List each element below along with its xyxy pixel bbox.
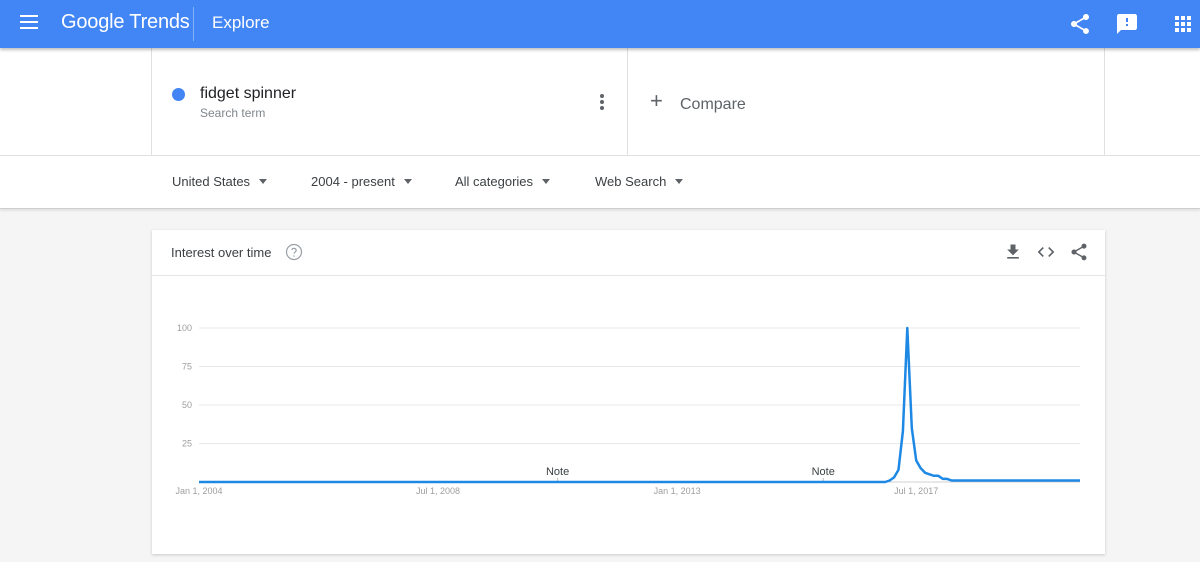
x-tick-label: Jan 1, 2013: [654, 486, 701, 496]
page-title: Explore: [212, 13, 270, 32]
y-tick-label: 50: [182, 400, 192, 410]
logo-google-text: Google: [61, 11, 125, 33]
menu-icon[interactable]: [20, 15, 38, 29]
card-header: Interest over time: [152, 230, 1105, 276]
feedback-icon[interactable]: [1115, 12, 1139, 36]
annotation-note: Note: [812, 466, 835, 478]
location-filter[interactable]: United States: [172, 174, 268, 189]
help-icon[interactable]: [285, 243, 303, 261]
x-tick-label: Jul 1, 2008: [416, 486, 460, 496]
x-tick-label: Jul 1, 2017: [894, 486, 938, 496]
y-tick-label: 75: [182, 362, 192, 372]
category-filter-label: All categories: [455, 174, 534, 189]
search-term-card[interactable]: fidget spinner Search term: [151, 48, 628, 155]
time-filter[interactable]: 2004 - present: [311, 174, 412, 189]
download-icon[interactable]: [1003, 242, 1023, 262]
share-icon[interactable]: [1068, 12, 1092, 36]
dropdown-arrow-icon: [403, 179, 412, 184]
dropdown-arrow-icon: [259, 179, 268, 184]
interest-over-time-card: Interest over time 100 75 50 25 Jan 1, 2004 J…: [152, 230, 1105, 554]
search-term-name[interactable]: fidget spinner: [200, 85, 296, 103]
y-tick-label: 25: [182, 439, 192, 449]
search-property-filter[interactable]: Web Search: [595, 174, 684, 189]
apps-icon[interactable]: [1171, 12, 1195, 36]
compare-label: Compare: [680, 96, 746, 113]
location-filter-label: United States: [172, 174, 251, 189]
category-filter[interactable]: All categories: [455, 174, 551, 189]
interest-over-time-chart[interactable]: 100 75 50 25 Jan 1, 2004 Jul 1, 2008 Jan 1, 20…: [152, 276, 1105, 554]
filter-bar: United States 2004 - present All categor…: [0, 156, 1200, 209]
search-terms-bar: fidget spinner Search term + Compare: [0, 48, 1200, 156]
card-title: Interest over time: [171, 245, 272, 260]
more-vert-icon[interactable]: [599, 94, 605, 110]
header-divider: [193, 7, 194, 41]
search-property-filter-label: Web Search: [595, 174, 667, 189]
compare-button[interactable]: + Compare: [628, 48, 1105, 155]
time-filter-label: 2004 - present: [311, 174, 395, 189]
embed-icon[interactable]: [1036, 242, 1056, 262]
search-term-type: Search term: [200, 106, 266, 120]
x-tick-label: Jan 1, 2004: [175, 486, 222, 496]
share-icon[interactable]: [1069, 242, 1089, 262]
annotation-note: Note: [546, 466, 569, 478]
series-color-dot: [172, 88, 185, 101]
plus-icon: +: [650, 88, 663, 113]
dropdown-arrow-icon: [675, 179, 684, 184]
dropdown-arrow-icon: [542, 179, 551, 184]
google-trends-logo[interactable]: Google Trends: [61, 11, 190, 34]
y-tick-label: 100: [177, 323, 192, 333]
logo-trends-text: Trends: [129, 11, 190, 33]
top-app-bar: Google Trends Explore: [0, 0, 1200, 48]
